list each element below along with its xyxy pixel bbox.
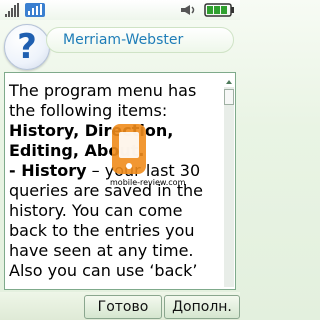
battery-icon: [204, 3, 234, 17]
more-options-button[interactable]: Дополн.: [164, 295, 240, 319]
softkey-bar: Готово Дополн.: [0, 292, 240, 320]
history-label: - History: [9, 161, 87, 180]
scrollbar-track[interactable]: [224, 87, 234, 287]
watermark-text: mobile-review.com: [110, 178, 186, 187]
scrollbar-thumb[interactable]: [224, 89, 234, 105]
help-intro: The program menu has the following items…: [9, 81, 197, 120]
done-button[interactable]: Готово: [84, 295, 162, 319]
status-bar: [0, 0, 240, 20]
speaker-icon: [181, 5, 195, 15]
app-title-bar: Merriam-Webster: [46, 27, 234, 53]
signal-strength-icon: [5, 3, 19, 17]
question-mark-glyph: ?: [17, 27, 37, 67]
scroll-up-arrow-icon[interactable]: [224, 77, 234, 87]
app-header: ? Merriam-Webster: [0, 22, 240, 70]
app-title: Merriam-Webster: [63, 32, 184, 48]
question-mark-icon: ?: [4, 24, 50, 70]
network-data-icon: [25, 3, 45, 17]
